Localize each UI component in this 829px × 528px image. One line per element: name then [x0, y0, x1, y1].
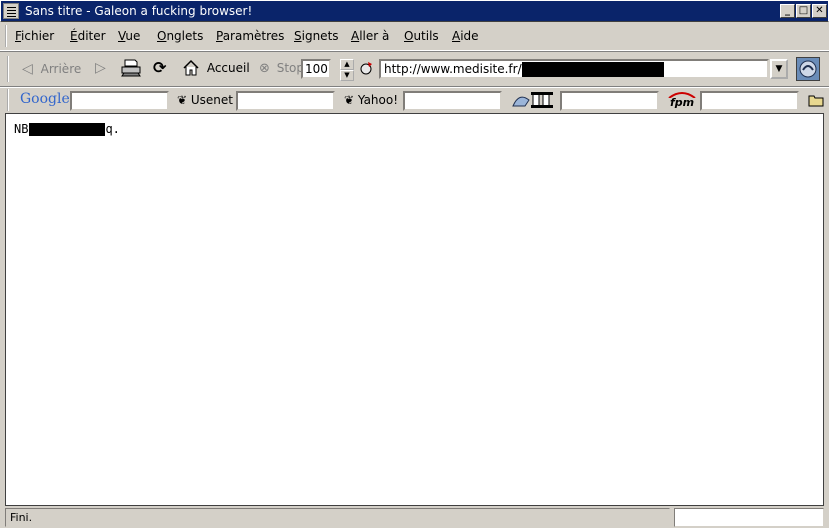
yahoo-search-label[interactable]: ❦ Yahoo! — [344, 93, 398, 107]
folder-button[interactable] — [808, 93, 824, 110]
search-toolbar: Google ❦ Usenet ❦ Yahoo! fpm — [0, 86, 829, 114]
menu-aller-a[interactable]: Aller à — [351, 29, 389, 43]
window-menu-icon[interactable] — [3, 3, 19, 19]
menu-outils[interactable]: Outils — [404, 29, 439, 43]
zoom-stepper[interactable]: ▲ ▼ — [340, 59, 354, 81]
stop-icon: ⊗ — [259, 61, 270, 76]
google-logo[interactable]: Google — [20, 91, 70, 107]
yahoo-icon: ❦ — [344, 93, 355, 107]
navigation-toolbar: ◁ Arrière ▷ ⟳ Accueil ⊗ Stop 100 ▲ ▼ htt… — [10, 55, 824, 84]
folder-icon — [808, 95, 824, 107]
search-toolbar-grip[interactable] — [7, 89, 17, 111]
status-progress — [674, 508, 824, 527]
usenet-icon: ❦ — [177, 93, 188, 107]
google-search-input[interactable] — [70, 91, 169, 111]
menu-vue[interactable]: Vue — [118, 29, 140, 43]
close-button[interactable]: ✕ — [812, 4, 827, 18]
url-history-dropdown[interactable]: ▼ — [770, 59, 788, 79]
usenet-search-label[interactable]: ❦ Usenet — [177, 93, 233, 107]
page-body-text: NB q. — [14, 122, 120, 136]
usenet-search-input[interactable] — [236, 91, 335, 111]
forward-arrow-icon: ▷ — [95, 60, 106, 76]
menu-editer[interactable]: Éditer — [70, 29, 106, 43]
fpm-search-input[interactable] — [700, 91, 799, 111]
home-button[interactable]: Accueil — [182, 59, 250, 77]
status-bar: Fini. — [5, 508, 824, 527]
yahoo-search-input[interactable] — [403, 91, 502, 111]
fpm-search-icon[interactable]: fpm — [667, 90, 697, 110]
stop-button[interactable]: ⊗ Stop — [259, 61, 304, 76]
back-arrow-icon: ◁ — [22, 61, 33, 77]
galeon-logo-icon — [799, 60, 817, 78]
dictionary-logo-icon — [512, 92, 553, 108]
url-site-icon[interactable] — [358, 60, 374, 80]
zoom-up-icon[interactable]: ▲ — [340, 59, 354, 70]
back-button[interactable]: ◁ Arrière — [22, 61, 81, 77]
print-button[interactable] — [120, 58, 142, 81]
dictionary-search-input[interactable] — [560, 91, 659, 111]
galeon-logo-button[interactable] — [796, 57, 820, 81]
zoom-down-icon[interactable]: ▼ — [340, 70, 354, 81]
menu-bar: Fichier Éditer Vue Onglets Paramètres Si… — [0, 22, 829, 51]
printer-icon — [121, 59, 141, 77]
dropdown-arrow-icon: ▼ — [775, 64, 783, 74]
menu-fichier[interactable]: Fichier — [15, 29, 54, 43]
url-field[interactable]: http://www.medisite.fr/ — [379, 59, 769, 79]
menu-aide[interactable]: Aide — [452, 29, 479, 43]
window-title: Sans titre - Galeon a fucking browser! — [25, 4, 253, 18]
redacted-url-part — [521, 62, 664, 77]
menu-onglets[interactable]: Onglets — [157, 29, 203, 43]
redacted-text — [29, 123, 106, 136]
minimize-button[interactable]: _ — [780, 4, 795, 18]
title-bar[interactable]: Sans titre - Galeon a fucking browser! _… — [0, 0, 829, 22]
menu-signets[interactable]: Signets — [294, 29, 339, 43]
reload-button[interactable]: ⟳ — [153, 58, 166, 77]
menubar-grip[interactable] — [5, 25, 15, 47]
site-favicon-icon — [360, 62, 372, 75]
status-text: Fini. — [5, 508, 670, 527]
page-content[interactable]: NB q. — [5, 113, 824, 506]
menu-parametres[interactable]: Paramètres — [216, 29, 284, 43]
maximize-button[interactable]: □ — [796, 4, 811, 18]
home-icon — [183, 59, 199, 76]
reload-icon: ⟳ — [153, 58, 167, 77]
dictionary-search-icon[interactable] — [511, 90, 557, 113]
forward-button[interactable]: ▷ — [95, 60, 106, 76]
zoom-input[interactable]: 100 — [301, 59, 331, 79]
